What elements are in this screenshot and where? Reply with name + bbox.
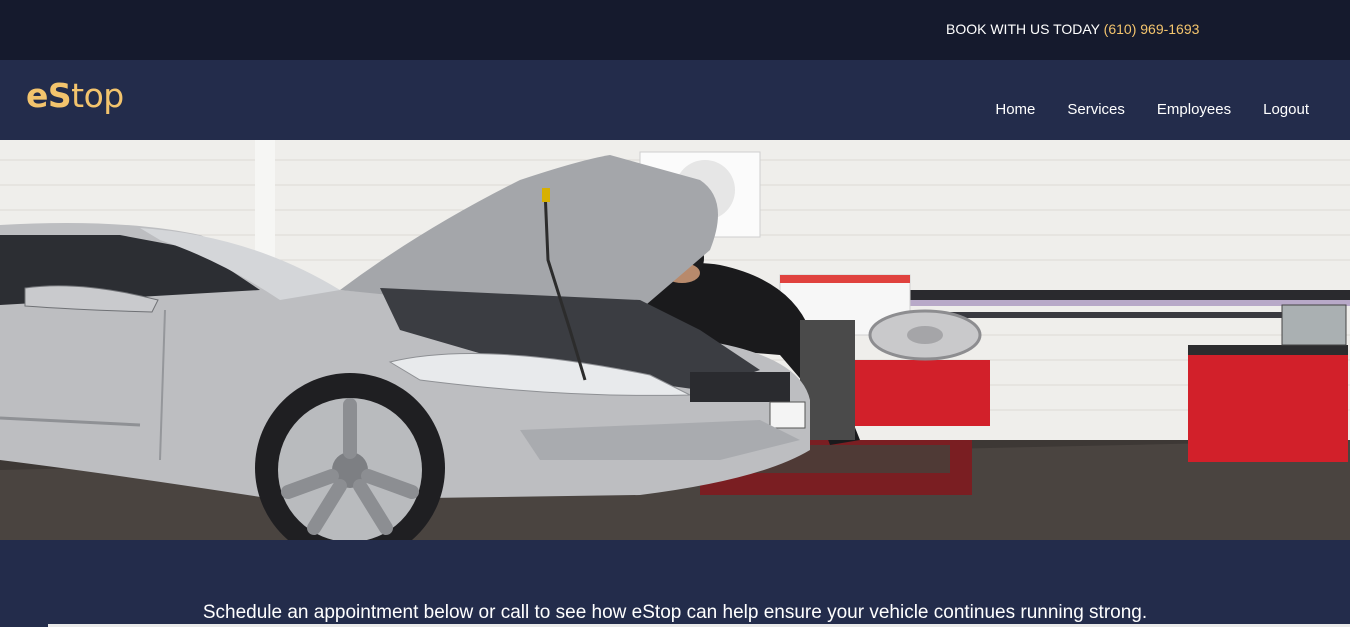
nav-menu: Home Services Employees Logout (963, 101, 1309, 118)
appointment-section: Schedule an appointment below or call to… (0, 540, 1350, 627)
estop-logo[interactable]: eStop (26, 76, 124, 116)
mechanic-car-photo-icon (0, 140, 1350, 540)
nav-services[interactable]: Services (1067, 101, 1125, 118)
book-text: BOOK WITH US TODAY (946, 21, 1100, 37)
appointment-tagline: Schedule an appointment below or call to… (202, 602, 1148, 623)
logo-rest: top (71, 76, 124, 115)
phone-number-link[interactable]: (610) 969-1693 (1104, 21, 1200, 37)
top-contact-bar: BOOK WITH US TODAY (610) 969-1693 (0, 0, 1350, 60)
nav-employees[interactable]: Employees (1157, 101, 1231, 118)
nav-home[interactable]: Home (995, 101, 1035, 118)
nav-logout[interactable]: Logout (1263, 101, 1309, 118)
main-navbar: eStop Home Services Employees Logout (0, 60, 1350, 140)
logo-bold: eS (26, 76, 72, 115)
book-with-us-text: BOOK WITH US TODAY (610) 969-1693 (946, 21, 1199, 37)
hero-image (0, 140, 1350, 540)
